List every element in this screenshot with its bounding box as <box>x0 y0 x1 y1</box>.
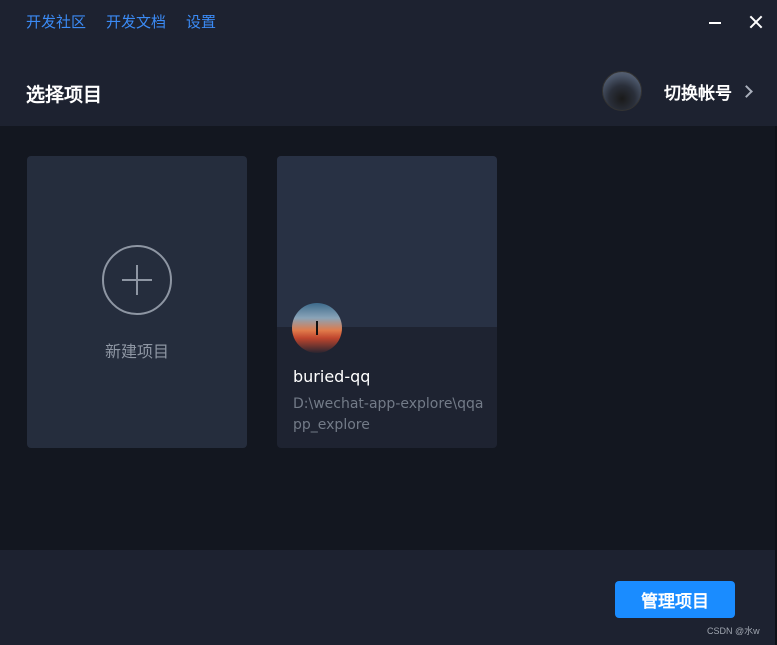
top-nav: 开发社区 开发文档 设置 <box>26 12 216 32</box>
project-cover <box>277 156 497 327</box>
manage-projects-button[interactable]: 管理项目 <box>615 581 735 618</box>
minimize-icon[interactable] <box>703 10 727 34</box>
title-bar: 开发社区 开发文档 设置 <box>0 0 777 44</box>
project-card[interactable]: buried-qq D:\wechat-app-explore\qqapp_ex… <box>277 156 497 448</box>
nav-link-community[interactable]: 开发社区 <box>26 12 86 32</box>
chevron-right-icon <box>740 84 753 98</box>
switch-account-label: 切换帐号 <box>664 83 732 104</box>
new-project-card[interactable]: 新建项目 <box>27 156 247 448</box>
nav-link-settings[interactable]: 设置 <box>186 12 216 32</box>
footer: 管理项目 CSDN @水w <box>0 550 775 645</box>
watermark: CSDN @水w <box>707 626 760 636</box>
switch-account-button[interactable]: 切换帐号 <box>602 70 753 112</box>
project-name: buried-qq <box>293 367 371 386</box>
header: 选择项目 切换帐号 <box>0 44 777 126</box>
app-window: 开发社区 开发文档 设置 选择项目 切换帐号 新建项目 buried-qq D:… <box>0 0 777 645</box>
project-path: D:\wechat-app-explore\qqapp_explore <box>293 396 484 433</box>
new-project-label: 新建项目 <box>104 342 169 361</box>
project-avatar <box>292 303 342 353</box>
avatar <box>602 71 642 111</box>
plus-circle-icon <box>102 245 172 315</box>
close-icon[interactable] <box>744 10 768 34</box>
project-grid: 新建项目 buried-qq D:\wechat-app-explore\qqa… <box>0 126 775 550</box>
nav-link-docs[interactable]: 开发文档 <box>106 12 166 32</box>
page-title: 选择项目 <box>26 84 103 106</box>
